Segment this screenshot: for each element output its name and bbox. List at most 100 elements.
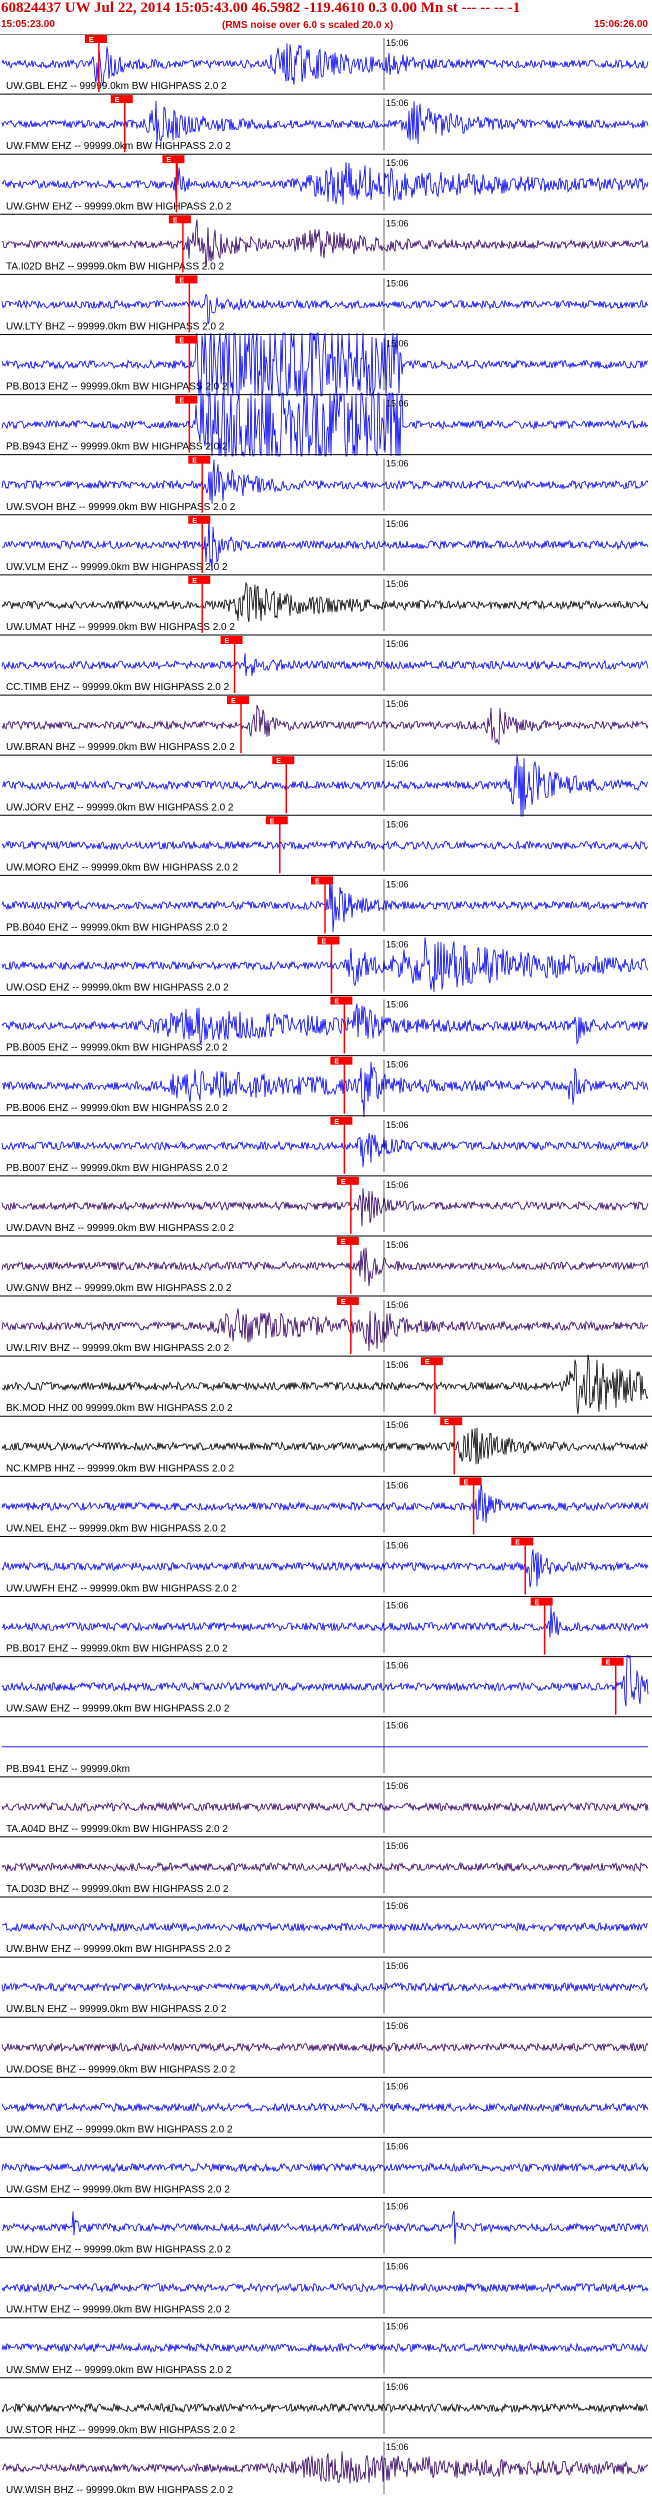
trace-row: 15:06 PB.B943 EHZ -- 99999.0km BW HIGHPAS… — [0, 392, 652, 458]
waveform — [1, 1247, 649, 1287]
pick-label: E — [515, 1539, 520, 1546]
pick-label: E — [425, 1359, 430, 1366]
waveform — [1, 704, 649, 746]
station-label: PB.B941 EHZ -- 99999.0km — [6, 1764, 130, 1775]
station-label: UW.GHW EHZ -- 99999.0km BW HIGHPASS 2.0 … — [6, 201, 232, 212]
pick-label: E — [192, 578, 197, 585]
end-time: 15:06:26.00 — [594, 19, 648, 30]
trace-row: 15:06 UW.UMAT HHZ -- 99999.0km BW HIGHPAS… — [0, 574, 652, 633]
pick-label: E — [166, 157, 171, 164]
station-label: UW.DAVN BHZ -- 99999.0km BW HIGHPASS 2.0… — [6, 1223, 234, 1234]
station-label: PB.B006 EHZ -- 99999.0km BW HIGHPASS 2.0… — [6, 1103, 228, 1114]
waveform — [1, 1003, 649, 1045]
tick-label: 15:06 — [386, 459, 409, 469]
tick-label: 15:06 — [386, 2262, 409, 2272]
pick-label: E — [341, 1179, 346, 1186]
trace-row: 15:06 UW.WISH BHZ -- 99999.0km BW HIGHPAS… — [0, 2437, 652, 2496]
station-label: PB.B943 EHZ -- 99999.0km BW HIGHPASS 2.0… — [6, 442, 228, 453]
pick-label: E — [179, 277, 184, 284]
trace-row: 15:06 UW.BHW EHZ -- 99999.0km BW HIGHPASS… — [0, 1896, 652, 1955]
tick-label: 15:06 — [386, 278, 409, 288]
station-label: UW.WISH BHZ -- 99999.0km BW HIGHPASS 2.0… — [6, 2485, 234, 2496]
tick-label: 15:06 — [386, 879, 409, 889]
trace-row: 15:06 PB.B040 EHZ -- 99999.0km BW HIGHPAS… — [0, 874, 652, 934]
waveform — [1, 2162, 649, 2173]
tick-label: 15:06 — [386, 1000, 409, 1010]
station-label: UW.HDW EHZ -- 99999.0km BW HIGHPASS 2.0 … — [6, 2245, 231, 2256]
pick-label: E — [321, 938, 326, 945]
station-label: UW.BLN EHZ -- 99999.0km BW HIGHPASS 2.0 … — [6, 2004, 227, 2015]
waveform — [1, 2210, 649, 2245]
station-label: UW.SMW EHZ -- 99999.0km BW HIGHPASS 2.0 … — [6, 2365, 232, 2376]
station-label: UW.STOR HHZ -- 99999.0km BW HIGHPASS 2.0… — [6, 2425, 236, 2436]
tick-label: 15:06 — [386, 819, 409, 829]
station-label: UW.GNW BHZ -- 99999.0km BW HIGHPASS 2.0 … — [6, 1283, 232, 1294]
trace-row: 15:06 UW.FMW EHZ -- 99999.0km BW HIGHPASS… — [0, 93, 652, 152]
tick-label: 15:06 — [386, 1601, 409, 1611]
trace-row: 15:06 UW.HDW EHZ -- 99999.0km BW HIGHPASS… — [0, 2197, 652, 2256]
pick-label: E — [464, 1479, 469, 1486]
start-time: 15:05:23.00 — [1, 19, 55, 30]
tick-label: 15:06 — [386, 2141, 409, 2151]
station-label: TA.I02D BHZ -- 99999.0km BW HIGHPASS 2.0… — [6, 261, 224, 272]
trace-row: 15:06 UW.BRAN BHZ -- 99999.0km BW HIGHPAS… — [0, 694, 652, 754]
waveform — [1, 2101, 649, 2113]
trace-row: 15:06 UW.SMW EHZ -- 99999.0km BW HIGHPASS… — [0, 2317, 652, 2376]
tick-label: 15:06 — [386, 699, 409, 709]
header: 60824437 UW Jul 22, 2014 15:05:43.00 46.… — [0, 0, 652, 34]
station-label: UW.JORV EHZ -- 99999.0km BW HIGHPASS 2.0… — [6, 802, 234, 813]
tick-label: 15:06 — [386, 158, 409, 168]
trace-row: 15:06 UW.NEL EHZ -- 99999.0km BW HIGHPASS… — [0, 1475, 652, 1535]
station-label: UW.BHW EHZ -- 99999.0km BW HIGHPASS 2.0 … — [6, 1944, 231, 1955]
station-label: TA.D03D BHZ -- 99999.0km BW HIGHPASS 2.0… — [6, 1884, 229, 1895]
seismogram-plot: 15:06 UW.GBL EHZ -- 99999.0km BW HIGHPASS… — [0, 34, 652, 2498]
pick-label: E — [179, 398, 184, 405]
waveform — [1, 1981, 649, 1993]
waveform — [1, 1654, 649, 1707]
pick-label: E — [315, 878, 320, 885]
waveform — [1, 2282, 649, 2294]
station-label: UW.HTW EHZ -- 99999.0km BW HIGHPASS 2.0 … — [6, 2305, 230, 2316]
trace-row: 15:06 TA.I02D BHZ -- 99999.0km BW HIGHPAS… — [0, 213, 652, 272]
tick-label: 15:06 — [386, 639, 409, 649]
waveform — [1, 459, 649, 504]
tick-label: 15:06 — [386, 1781, 409, 1791]
waveform — [1, 2451, 649, 2484]
pick-label: E — [535, 1600, 540, 1607]
pick-label: E — [173, 217, 178, 224]
trace-row: 15:06 UW.SAW EHZ -- 99999.0km BW HIGHPASS… — [0, 1654, 652, 1715]
waveform — [1, 293, 649, 325]
trace-row: 15:06 UW.GBL EHZ -- 99999.0km BW HIGHPASS… — [0, 34, 652, 92]
trace-row: 15:06 PB.B007 EHZ -- 99999.0km BW HIGHPAS… — [0, 1115, 652, 1174]
tick-label: 15:06 — [386, 1841, 409, 1851]
trace-row: 15:06 UW.JORV EHZ -- 99999.0km BW HIGHPAS… — [0, 754, 652, 817]
station-label: PB.B013 EHZ -- 99999.0km BW HIGHPASS 2.0… — [6, 382, 228, 393]
tick-label: 15:06 — [386, 1240, 409, 1250]
waveform — [1, 1861, 649, 1873]
tick-label: 15:06 — [386, 1540, 409, 1550]
pick-label: E — [606, 1660, 611, 1667]
tick-label: 15:06 — [386, 1120, 409, 1130]
station-label: UW.GSM EHZ -- 99999.0km BW HIGHPASS 2.0 … — [6, 2185, 230, 2196]
waveform — [1, 2041, 649, 2053]
station-label: UW.OSD EHZ -- 99999.0km BW HIGHPASS 2.0 … — [6, 983, 229, 994]
trace-row: 15:06 UW.SVOH BHZ -- 99999.0km BW HIGHPAS… — [0, 454, 652, 513]
trace-row: 15:06 UW.BLN EHZ -- 99999.0km BW HIGHPASS… — [0, 1956, 652, 2015]
station-label: NC.KMPB HHZ -- 99999.0km BW HIGHPASS 2.0… — [6, 1463, 235, 1474]
trace-row: 15:06 UW.LRIV BHZ -- 99999.0km BW HIGHPAS… — [0, 1295, 652, 1355]
pick-label: E — [192, 518, 197, 525]
trace-row: 15:06 NC.KMPB HHZ -- 99999.0km BW HIGHPAS… — [0, 1415, 652, 1475]
station-label: UW.DOSE BHZ -- 99999.0km BW HIGHPASS 2.0… — [6, 2064, 236, 2075]
tick-label: 15:06 — [386, 2322, 409, 2332]
tick-label: 15:06 — [386, 1480, 409, 1490]
pick-label: E — [115, 97, 120, 104]
station-label: PB.B040 EHZ -- 99999.0km BW HIGHPASS 2.0… — [6, 922, 228, 933]
waveform — [1, 839, 649, 851]
pick-label: E — [89, 37, 94, 44]
trace-row: 15:06 UW.OMW EHZ -- 99999.0km BW HIGHPASS… — [0, 2076, 652, 2135]
tick-label: 15:06 — [386, 1721, 409, 1731]
tick-label: 15:06 — [386, 2021, 409, 2031]
trace-row: 15:06 UW.GNW BHZ -- 99999.0km BW HIGHPASS… — [0, 1235, 652, 1295]
station-label: BK.MOD HHZ 00 99999.0km BW HIGHPASS 2.0 … — [6, 1403, 233, 1414]
waveform — [1, 100, 649, 145]
